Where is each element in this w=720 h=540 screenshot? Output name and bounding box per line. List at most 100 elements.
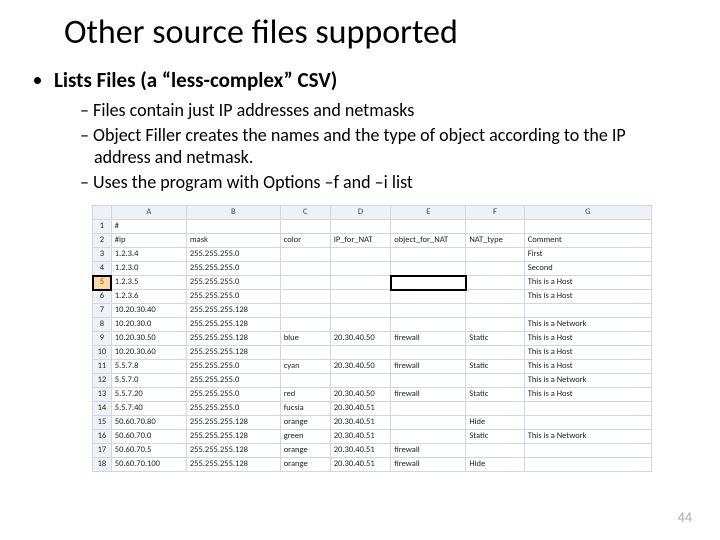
row-header[interactable]: 1 — [93, 220, 112, 234]
row-header[interactable]: 9 — [93, 332, 112, 346]
cell[interactable] — [391, 346, 466, 360]
cell[interactable]: 20.30.40.51 — [330, 444, 390, 458]
cell[interactable]: NAT_type — [466, 234, 524, 248]
cell[interactable]: 20.30.40.51 — [330, 402, 390, 416]
cell[interactable]: This is a Host — [524, 360, 651, 374]
cell[interactable]: 5.5.7.20 — [111, 388, 186, 402]
cell[interactable]: 255.255.255.0 — [186, 276, 280, 290]
cell[interactable]: 255.255.255.0 — [186, 360, 280, 374]
cell[interactable] — [391, 430, 466, 444]
cell[interactable]: 255.255.255.0 — [186, 388, 280, 402]
col-header-E[interactable]: E — [391, 206, 466, 220]
cell[interactable]: This is a Network — [524, 374, 651, 388]
cell[interactable]: orange — [280, 458, 330, 472]
col-header-B[interactable]: B — [186, 206, 280, 220]
cell[interactable]: firewall — [391, 332, 466, 346]
cell[interactable]: 255.255.255.0 — [186, 248, 280, 262]
cell[interactable] — [330, 276, 390, 290]
cell[interactable]: 20.30.40.51 — [330, 430, 390, 444]
row-header[interactable]: 13 — [93, 388, 112, 402]
cell[interactable]: IP_for_NAT — [330, 234, 390, 248]
cell[interactable]: 20.30.40.50 — [330, 360, 390, 374]
cell[interactable]: 255.255.255.0 — [186, 262, 280, 276]
cell[interactable] — [330, 262, 390, 276]
cell[interactable]: Comment — [524, 234, 651, 248]
cell[interactable] — [391, 402, 466, 416]
cell[interactable] — [524, 444, 651, 458]
cell[interactable]: 50.60.70.5 — [111, 444, 186, 458]
cell[interactable] — [280, 346, 330, 360]
cell[interactable] — [524, 402, 651, 416]
row-header[interactable]: 14 — [93, 402, 112, 416]
cell[interactable]: 20.30.40.51 — [330, 416, 390, 430]
cell[interactable] — [330, 248, 390, 262]
cell[interactable]: 5.5.7.8 — [111, 360, 186, 374]
cell[interactable] — [466, 402, 524, 416]
cell[interactable]: 5.5.7.0 — [111, 374, 186, 388]
cell[interactable]: red — [280, 388, 330, 402]
cell[interactable] — [280, 262, 330, 276]
cell[interactable] — [466, 444, 524, 458]
cell[interactable] — [330, 220, 390, 234]
cell[interactable]: Hide — [466, 416, 524, 430]
cell[interactable]: 1.2.3.5 — [111, 276, 186, 290]
cell[interactable]: 1.2.3.6 — [111, 290, 186, 304]
cell[interactable]: firewall — [391, 444, 466, 458]
cell[interactable] — [280, 248, 330, 262]
row-header[interactable]: 7 — [93, 304, 112, 318]
cell[interactable] — [524, 416, 651, 430]
cell[interactable]: 255.255.255.128 — [186, 416, 280, 430]
cell[interactable] — [391, 318, 466, 332]
cell[interactable] — [391, 374, 466, 388]
row-header[interactable]: 16 — [93, 430, 112, 444]
cell[interactable] — [391, 262, 466, 276]
cell[interactable] — [466, 304, 524, 318]
col-header-C[interactable]: C — [280, 206, 330, 220]
cell[interactable] — [391, 416, 466, 430]
cell[interactable]: blue — [280, 332, 330, 346]
row-header[interactable]: 3 — [93, 248, 112, 262]
row-header[interactable]: 8 — [93, 318, 112, 332]
cell[interactable]: 10.20.30.50 — [111, 332, 186, 346]
cell[interactable]: green — [280, 430, 330, 444]
cell[interactable]: 1.2.3.4 — [111, 248, 186, 262]
cell[interactable]: 255.255.255.128 — [186, 444, 280, 458]
cell[interactable]: 10.20.30.0 — [111, 318, 186, 332]
cell[interactable]: First — [524, 248, 651, 262]
cell[interactable] — [524, 220, 651, 234]
cell[interactable]: Static — [466, 332, 524, 346]
cell[interactable] — [391, 248, 466, 262]
cell[interactable] — [330, 346, 390, 360]
cell[interactable]: mask — [186, 234, 280, 248]
cell[interactable]: orange — [280, 444, 330, 458]
cell[interactable] — [391, 290, 466, 304]
cell[interactable]: 50.60.70.0 — [111, 430, 186, 444]
cell[interactable]: firewall — [391, 360, 466, 374]
cell[interactable]: 255.255.255.0 — [186, 374, 280, 388]
col-header-G[interactable]: G — [524, 206, 651, 220]
cell[interactable]: 255.255.255.0 — [186, 402, 280, 416]
cell[interactable]: orange — [280, 416, 330, 430]
cell[interactable] — [280, 290, 330, 304]
cell[interactable]: 20.30.40.50 — [330, 332, 390, 346]
cell[interactable]: fucsia — [280, 402, 330, 416]
cell[interactable]: firewall — [391, 388, 466, 402]
cell[interactable]: 255.255.255.0 — [186, 290, 280, 304]
col-header-D[interactable]: D — [330, 206, 390, 220]
cell[interactable]: 1.2.3.0 — [111, 262, 186, 276]
cell[interactable]: object_for_NAT — [391, 234, 466, 248]
cell[interactable]: Static — [466, 388, 524, 402]
cell[interactable] — [280, 374, 330, 388]
cell[interactable]: 255.255.255.128 — [186, 458, 280, 472]
cell[interactable]: color — [280, 234, 330, 248]
cell[interactable]: Second — [524, 262, 651, 276]
row-header[interactable]: 6 — [93, 290, 112, 304]
cell[interactable] — [391, 276, 466, 290]
cell[interactable]: This is a Host — [524, 346, 651, 360]
cell[interactable] — [466, 346, 524, 360]
cell[interactable]: Static — [466, 430, 524, 444]
cell[interactable] — [280, 276, 330, 290]
cell[interactable]: 255.255.255.128 — [186, 346, 280, 360]
cell[interactable]: This is a Network — [524, 430, 651, 444]
cell[interactable]: This is a Network — [524, 318, 651, 332]
